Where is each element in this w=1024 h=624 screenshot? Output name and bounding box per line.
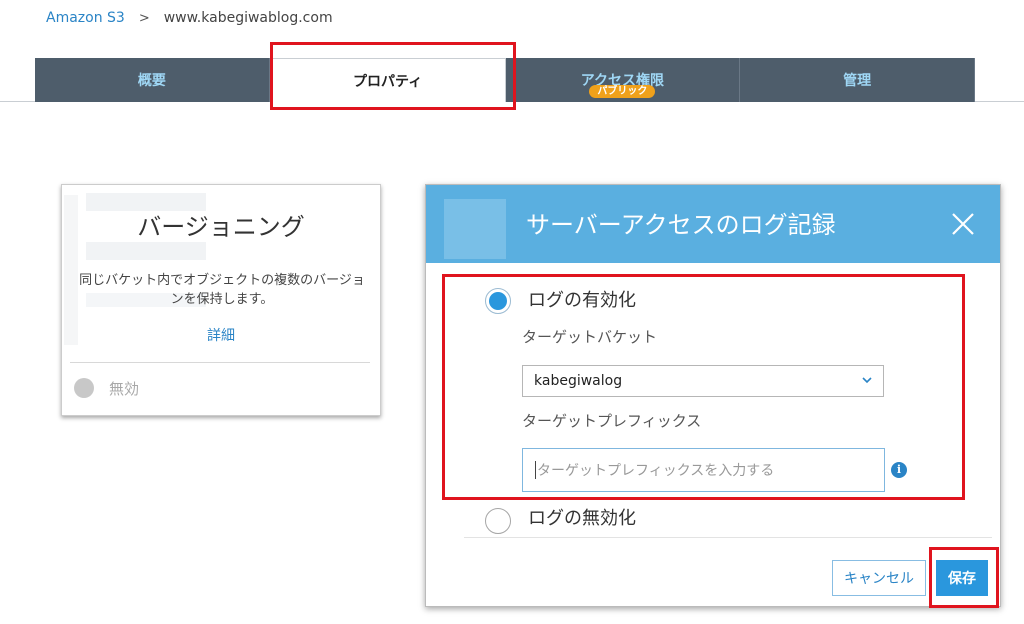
versioning-status-indicator bbox=[74, 378, 94, 398]
tab-label: 概要 bbox=[137, 73, 166, 89]
breadcrumb-root-link[interactable]: Amazon S3 bbox=[46, 10, 125, 26]
close-icon[interactable] bbox=[948, 209, 978, 239]
divider bbox=[70, 362, 370, 363]
versioning-card[interactable]: バージョニング 同じバケット内でオブジェクトの複数のバージョンを保持します。 詳… bbox=[61, 184, 381, 416]
breadcrumb-current: www.kabegiwablog.com bbox=[163, 10, 333, 26]
tab-overview[interactable]: 概要 bbox=[35, 58, 270, 102]
tab-label-wrap: アクセス権限 パブリック bbox=[581, 70, 664, 98]
dialog-title: サーバーアクセスのログ記録 bbox=[526, 211, 836, 239]
disable-logging-label[interactable]: ログの無効化 bbox=[528, 504, 636, 530]
disable-logging-radio[interactable] bbox=[485, 508, 511, 534]
versioning-description: 同じバケット内でオブジェクトの複数のバージョンを保持します。 bbox=[79, 273, 365, 307]
tab-management[interactable]: 管理 bbox=[740, 58, 975, 102]
dialog-header: サーバーアクセスのログ記録 bbox=[426, 185, 1000, 263]
breadcrumb-separator: > bbox=[138, 10, 150, 26]
versioning-status: 無効 bbox=[109, 380, 140, 398]
background-decoration bbox=[86, 242, 206, 260]
server-access-logging-dialog: サーバーアクセスのログ記録 ログの有効化 ターゲットバケット kabegiwal… bbox=[425, 184, 1001, 607]
versioning-title: バージョニング bbox=[137, 213, 305, 241]
cancel-button[interactable]: キャンセル bbox=[832, 560, 926, 596]
public-badge: パブリック bbox=[589, 85, 656, 98]
versioning-details-link[interactable]: 詳細 bbox=[62, 325, 380, 345]
breadcrumb: Amazon S3 > www.kabegiwablog.com bbox=[46, 10, 333, 26]
tab-label: 管理 bbox=[843, 73, 872, 89]
highlight-box-properties-tab bbox=[270, 42, 516, 110]
highlight-box-logging-options bbox=[442, 274, 965, 500]
highlight-box-save-button bbox=[929, 547, 999, 608]
document-icon bbox=[444, 199, 506, 259]
divider bbox=[464, 537, 992, 538]
page: Amazon S3 > www.kabegiwablog.com 概要 プロパテ… bbox=[0, 0, 1024, 624]
tab-permissions[interactable]: アクセス権限 パブリック bbox=[505, 58, 741, 102]
